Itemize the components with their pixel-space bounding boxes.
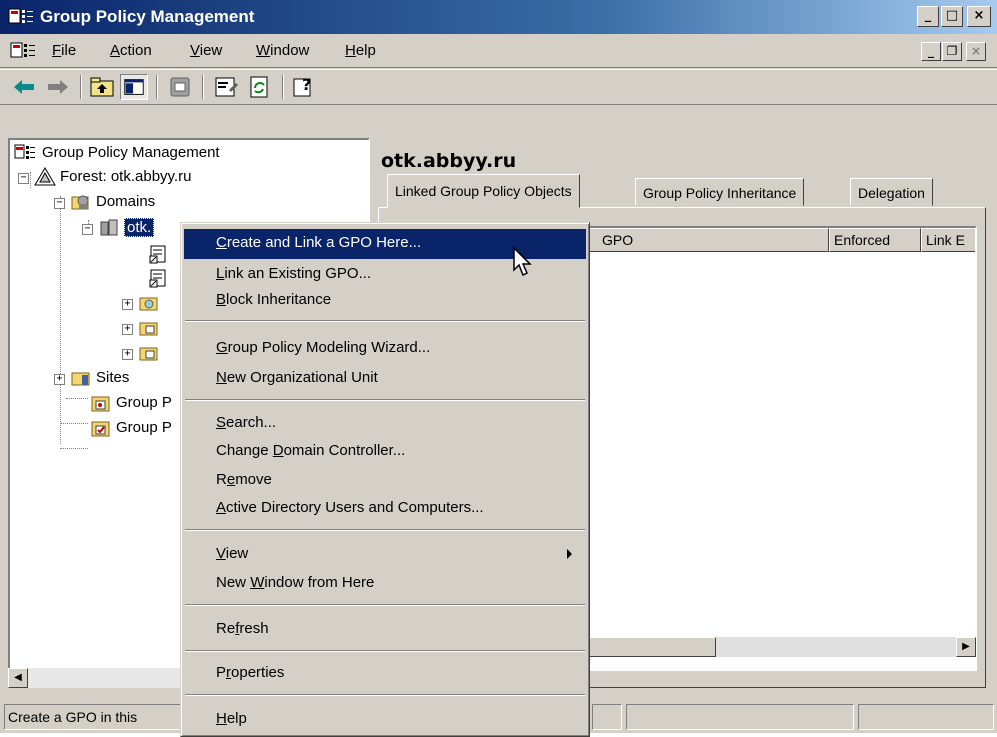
menu-item-ad-users-computers[interactable]: Active Directory Users and Computers... — [184, 494, 586, 524]
minimize-button[interactable]: _ — [917, 6, 939, 27]
back-icon[interactable] — [10, 74, 38, 100]
gpmc-app-icon — [8, 8, 33, 24]
menu-item-remove[interactable]: Remove — [184, 466, 586, 496]
menu-separator — [185, 529, 585, 531]
menu-item-block-inheritance[interactable]: Block Inheritance — [184, 286, 586, 316]
menu-item-gp-modeling-wizard[interactable]: Group Policy Modeling Wizard... — [184, 334, 586, 364]
toolbar: ? — [0, 69, 997, 105]
up-folder-icon[interactable] — [88, 74, 116, 100]
menu-bar: File Action View Window Help _ ❐ × — [0, 34, 997, 68]
context-menu: Create and Link a GPO Here... Link an Ex… — [180, 222, 590, 737]
domains-folder-icon — [71, 195, 89, 210]
expand-ou-toggle[interactable]: + — [122, 324, 133, 335]
maximize-button[interactable]: □ — [941, 6, 963, 27]
delete-icon[interactable] — [166, 74, 194, 100]
menu-item-new-ou[interactable]: New Organizational Unit — [184, 364, 586, 394]
menu-item-refresh[interactable]: Refresh — [184, 615, 586, 645]
list-horizontal-scrollbar[interactable]: ▶ — [588, 637, 978, 659]
gp-modeling-icon — [91, 396, 110, 412]
toolbar-separator — [282, 75, 284, 99]
toolbar-separator — [156, 75, 158, 99]
scroll-left-button[interactable]: ◀ — [8, 668, 28, 688]
tree-line — [30, 172, 31, 188]
console-menu-icon[interactable] — [10, 40, 36, 62]
scroll-track[interactable] — [716, 637, 956, 657]
gpo-link-icon[interactable] — [148, 244, 170, 264]
expand-ou-toggle[interactable]: + — [122, 299, 133, 310]
mdi-restore-button[interactable]: ❐ — [942, 42, 962, 61]
status-panel — [592, 704, 622, 730]
tree-line — [60, 448, 88, 449]
menu-item-view[interactable]: View — [184, 540, 586, 570]
status-panel — [626, 704, 854, 730]
ou-folder-icon[interactable] — [138, 318, 160, 338]
close-button[interactable]: × — [967, 6, 991, 27]
tree-group-policy-modeling-label[interactable]: Group P — [116, 394, 172, 411]
application-window: Group Policy Management _ □ × File Actio… — [0, 0, 997, 737]
collapse-domain-toggle[interactable]: − — [82, 224, 93, 235]
forest-icon — [34, 167, 56, 186]
tab-delegation[interactable]: Delegation — [850, 178, 933, 206]
expand-ou-toggle[interactable]: + — [122, 349, 133, 360]
tree-group-policy-results-label[interactable]: Group P — [116, 419, 172, 436]
tree-root-label[interactable]: Group Policy Management — [42, 144, 220, 161]
column-header-link-enabled[interactable]: Link E — [921, 228, 975, 252]
domain-title: otk.abbyy.ru — [381, 150, 517, 172]
tree-line — [60, 196, 61, 444]
column-header-enforced[interactable]: Enforced — [829, 228, 921, 252]
forward-icon[interactable] — [44, 74, 72, 100]
gpo-link-icon[interactable] — [148, 268, 170, 288]
sites-folder-icon — [71, 372, 90, 386]
menu-item-help[interactable]: Help — [184, 705, 586, 735]
menu-separator — [185, 650, 585, 652]
domain-icon — [100, 219, 118, 236]
status-panel — [858, 704, 994, 730]
collapse-forest-toggle[interactable]: − — [18, 173, 29, 184]
ou-folder-icon[interactable] — [138, 343, 160, 363]
tree-line — [66, 398, 88, 399]
scroll-right-button[interactable]: ▶ — [956, 637, 976, 657]
status-text: Create a GPO in this — [4, 704, 192, 730]
tree-sites-label[interactable]: Sites — [96, 369, 129, 386]
menu-separator — [185, 320, 585, 322]
gp-results-icon — [91, 421, 110, 437]
show-hide-tree-icon[interactable] — [120, 74, 148, 100]
menu-item-new-window[interactable]: New Window from Here — [184, 569, 586, 599]
refresh-icon[interactable] — [246, 74, 274, 100]
menu-separator — [185, 604, 585, 606]
menu-separator — [185, 694, 585, 696]
ou-folder-icon[interactable] — [138, 293, 160, 313]
mouse-pointer-icon — [513, 246, 532, 277]
gpmc-root-icon — [14, 144, 35, 159]
menu-item-search[interactable]: Search... — [184, 409, 586, 439]
menu-file[interactable]: File — [52, 42, 76, 59]
mdi-minimize-button[interactable]: _ — [921, 42, 941, 61]
menu-view[interactable]: View — [190, 42, 222, 59]
submenu-arrow-icon — [567, 549, 572, 559]
mdi-close-button[interactable]: × — [966, 42, 986, 61]
toolbar-separator — [202, 75, 204, 99]
properties-icon[interactable] — [212, 74, 240, 100]
tree-selected-domain[interactable]: otk. — [124, 218, 155, 237]
menu-separator — [185, 399, 585, 401]
help-icon[interactable]: ? — [290, 74, 318, 100]
tab-linked-gpos[interactable]: Linked Group Policy Objects — [387, 174, 580, 208]
tree-domains-label[interactable]: Domains — [96, 193, 155, 210]
collapse-domains-toggle[interactable]: − — [54, 198, 65, 209]
menu-help[interactable]: Help — [345, 42, 376, 59]
toolbar-separator — [80, 75, 82, 99]
window-title: Group Policy Management — [40, 7, 255, 26]
menu-item-change-dc[interactable]: Change Domain Controller... — [184, 437, 586, 467]
tab-gp-inheritance[interactable]: Group Policy Inheritance — [635, 178, 805, 206]
menu-window[interactable]: Window — [256, 42, 309, 59]
tree-forest-label[interactable]: Forest: otk.abbyy.ru — [60, 168, 191, 185]
tree-line — [60, 423, 88, 424]
title-bar[interactable]: Group Policy Management _ □ × — [0, 0, 997, 34]
menu-item-properties[interactable]: Properties — [184, 659, 586, 689]
svg-text:?: ? — [302, 75, 311, 94]
menu-action[interactable]: Action — [110, 42, 152, 59]
scroll-thumb[interactable] — [588, 637, 716, 657]
expand-sites-toggle[interactable]: + — [54, 374, 65, 385]
